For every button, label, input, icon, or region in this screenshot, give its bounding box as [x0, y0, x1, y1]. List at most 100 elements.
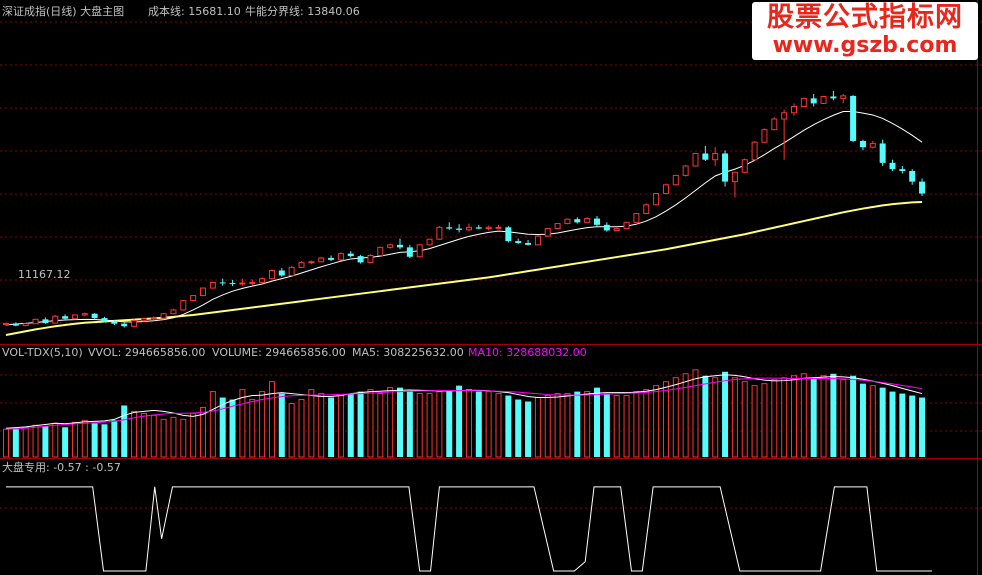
volume-bar-up	[81, 419, 88, 458]
candle-down	[889, 162, 896, 170]
candle-down	[909, 170, 916, 182]
candle-up	[81, 313, 88, 316]
volume-bar-up	[308, 389, 315, 458]
candle-up	[692, 152, 699, 167]
volume-bar-up	[554, 393, 561, 458]
volume-bar-down	[229, 399, 236, 457]
candle-up	[613, 228, 620, 231]
candle-up	[150, 317, 157, 320]
volume-bar-up	[387, 387, 394, 458]
volume-bar-up	[840, 379, 847, 458]
volume-bar-up	[544, 395, 551, 458]
volume-bar-up	[3, 428, 9, 458]
volume-bar-up	[692, 369, 699, 458]
candle-up	[662, 184, 669, 195]
volume-bar-up	[820, 375, 827, 458]
candle-up	[623, 221, 630, 230]
volume-bar-down	[525, 401, 532, 457]
candle-down	[456, 228, 463, 230]
volume-bar-down	[830, 373, 837, 457]
volume-bar-up	[416, 393, 423, 458]
candle-down	[91, 313, 98, 319]
volume-bar-down	[899, 393, 906, 457]
candle-down	[594, 218, 600, 225]
candle-up	[653, 193, 660, 206]
candle-up	[820, 95, 827, 104]
volume-bar-down	[603, 393, 610, 457]
volume-bar-down	[850, 375, 857, 457]
candle-up	[170, 309, 177, 315]
vvol-label: VVOL: 294665856.00	[88, 346, 206, 359]
chart-title: 深证成指(日线) 大盘主图	[2, 5, 125, 18]
candle-up	[180, 300, 187, 311]
volume-bar-up	[71, 421, 78, 458]
candle-down	[328, 258, 335, 260]
volume-bar-up	[337, 395, 344, 458]
candle-up	[190, 295, 197, 302]
volume-bar-down	[121, 405, 128, 457]
candle-up	[761, 129, 768, 143]
candle-up	[554, 223, 561, 230]
volume-bar-up	[751, 385, 758, 458]
volume-bar-down	[889, 391, 896, 457]
volume-label: VOLUME: 294665856.00	[212, 346, 346, 359]
candle-down	[722, 153, 729, 182]
bull-bear-line-label: 牛能分界线: 13840.06	[245, 5, 360, 18]
volume-bar-down	[347, 393, 354, 457]
volume-bar-up	[712, 377, 719, 458]
volume-bar-down	[101, 424, 108, 457]
candle-up	[52, 315, 59, 324]
candle-down	[229, 283, 236, 285]
volume-bar-down	[62, 427, 69, 457]
candle-down	[919, 181, 926, 194]
candle-down	[702, 153, 709, 160]
volume-bar-up	[771, 379, 778, 458]
candle-down	[101, 318, 108, 322]
volume-bar-up	[170, 416, 177, 458]
volume-bar-up	[761, 383, 768, 458]
candle-down	[515, 241, 522, 243]
price-low-label: 11167.12	[18, 268, 71, 281]
candle-down	[475, 227, 482, 229]
volume-bar-down	[111, 420, 118, 457]
candle-up	[741, 159, 748, 173]
candle-down	[219, 282, 226, 284]
volume-bar-down	[12, 428, 19, 457]
volume-bar-down	[505, 395, 512, 457]
candle-up	[387, 244, 394, 248]
volume-bar-down	[515, 399, 522, 457]
candle-down	[12, 323, 19, 326]
candle-down	[121, 323, 128, 327]
volume-bar-up	[800, 373, 807, 458]
volume-bar-up	[485, 391, 492, 458]
volume-bar-up	[613, 395, 620, 458]
volume-bar-down	[397, 387, 403, 457]
watermark-url: www.gszb.com	[772, 33, 958, 58]
volume-bar-up	[643, 389, 650, 458]
volume-bar-down	[456, 385, 463, 457]
volume-bar-down	[91, 423, 98, 457]
candle-up	[268, 270, 275, 280]
volume-bar-up	[259, 391, 266, 458]
volume-bar-down	[919, 397, 926, 457]
candle-up	[416, 244, 423, 258]
candle-up	[672, 174, 679, 186]
candle-up	[308, 261, 315, 264]
candle-down	[810, 98, 817, 104]
volume-bar-up	[741, 381, 748, 458]
candle-up	[869, 142, 876, 148]
candle-down	[879, 143, 886, 163]
candle-up	[377, 246, 384, 256]
candle-down	[347, 253, 354, 257]
candle-up	[3, 322, 9, 326]
candle-up	[731, 171, 738, 183]
volume-bar-down	[475, 391, 482, 457]
volume-bar-up	[160, 418, 167, 458]
volume-bar-down	[574, 391, 581, 457]
volume-bar-up	[662, 381, 669, 458]
volume-bar-down	[879, 387, 886, 457]
volume-bar-down	[446, 391, 453, 457]
candle-down	[505, 227, 512, 242]
volume-bar-up	[298, 399, 305, 458]
candle-up	[465, 226, 472, 231]
